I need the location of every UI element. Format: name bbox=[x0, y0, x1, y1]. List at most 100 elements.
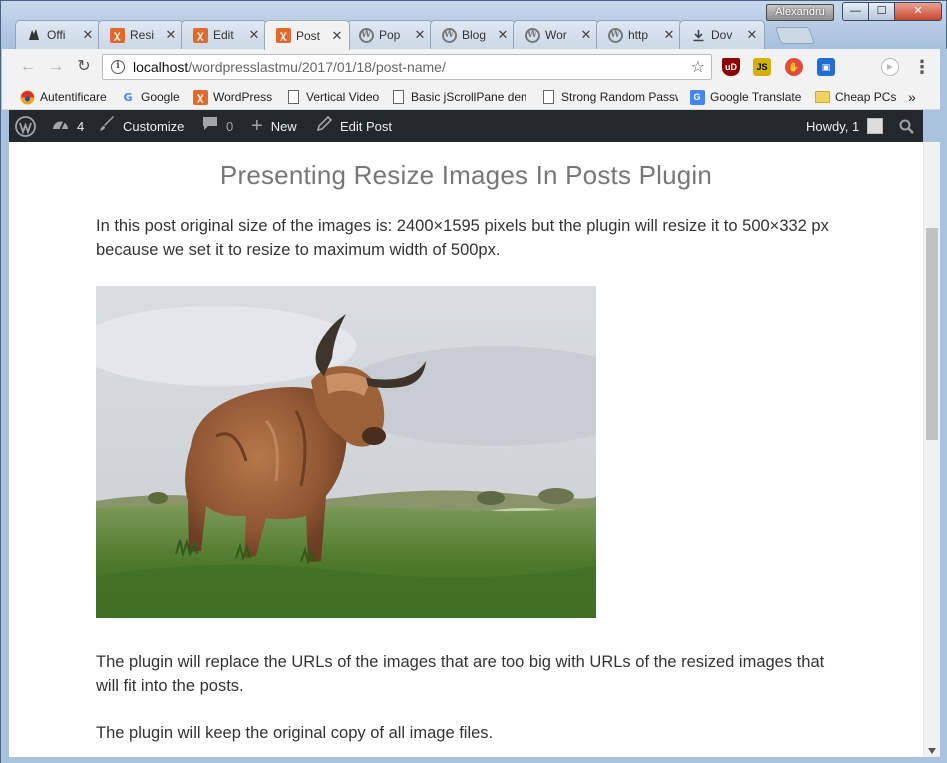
page-icon bbox=[390, 89, 406, 105]
post-title: Presenting Resize Images In Posts Plugin bbox=[219, 160, 713, 190]
updates-menu[interactable]: 4 bbox=[52, 110, 84, 142]
bookmark-random-password[interactable]: Strong Random Passw bbox=[540, 88, 678, 106]
bookmark-label: Google bbox=[141, 90, 180, 104]
tab-pop[interactable]: W Pop ✕ bbox=[347, 20, 433, 49]
adblock-icon[interactable]: ✋ bbox=[785, 58, 803, 76]
close-tab-icon[interactable]: ✕ bbox=[497, 27, 509, 43]
tab-edit[interactable]: ꭓ Edit ✕ bbox=[181, 20, 267, 49]
post-intro-paragraph: In this post original size of the images… bbox=[96, 217, 829, 259]
customize-link[interactable]: Customize bbox=[99, 110, 184, 142]
tab-post[interactable]: ꭓ Post ✕ bbox=[264, 20, 350, 50]
page-scrollbar[interactable] bbox=[923, 142, 940, 757]
minimize-button[interactable]: — bbox=[842, 2, 869, 21]
folder-icon bbox=[814, 89, 830, 105]
close-tab-icon[interactable]: ✕ bbox=[165, 27, 177, 43]
dashboard-gauge-icon bbox=[52, 117, 69, 136]
tab-label: Blog bbox=[462, 28, 487, 42]
updates-count: 4 bbox=[77, 118, 85, 134]
reload-icon[interactable]: ↻ bbox=[74, 57, 94, 77]
comments-count: 0 bbox=[226, 118, 234, 134]
close-tab-icon[interactable]: ✕ bbox=[746, 27, 758, 43]
google-icon: G bbox=[123, 90, 133, 104]
xampp-favicon-icon: ꭓ bbox=[275, 28, 291, 44]
close-tab-icon[interactable]: ✕ bbox=[580, 27, 592, 43]
bookmark-jscrollpane[interactable]: Basic jScrollPane dem bbox=[390, 88, 526, 106]
tab-label: Pop bbox=[379, 28, 401, 42]
tab-blog[interactable]: W Blog ✕ bbox=[430, 20, 516, 49]
site-info-icon[interactable]: i bbox=[111, 60, 125, 74]
address-bar[interactable]: i localhost/wordpresslastmu/2017/01/18/p… bbox=[102, 54, 712, 80]
bookmark-google[interactable]: G Google bbox=[120, 88, 180, 106]
google-translate-icon: G bbox=[689, 89, 705, 105]
new-content-menu[interactable]: + New bbox=[251, 110, 297, 142]
window-frame-right bbox=[940, 49, 947, 763]
bookmark-label: Google Translate bbox=[710, 90, 802, 104]
window-frame-left bbox=[1, 110, 9, 763]
close-tab-icon[interactable]: ✕ bbox=[82, 27, 94, 43]
bookmarks-bar: Autentificare G Google ꭓ WordPress Verti… bbox=[2, 85, 947, 110]
chrome-menu-icon[interactable]: ⋮ bbox=[912, 57, 932, 77]
new-label: New bbox=[270, 118, 297, 134]
plus-icon: + bbox=[251, 114, 263, 137]
screenshot-icon[interactable]: ▣ bbox=[817, 58, 835, 76]
scroll-down-arrow-icon[interactable] bbox=[928, 748, 936, 754]
bookmark-label: WordPress bbox=[213, 90, 273, 104]
bookmark-label: Cheap PCs bbox=[835, 90, 897, 104]
scrollbar-thumb[interactable] bbox=[926, 228, 938, 440]
forward-arrow-icon[interactable]: → bbox=[46, 57, 66, 77]
tab-dov[interactable]: Dov ✕ bbox=[679, 20, 765, 49]
howdy-label: Howdy, 1 bbox=[806, 118, 860, 134]
bookmark-label: Vertical Video bbox=[306, 90, 380, 104]
bookmark-wordpress[interactable]: ꭓ WordPress bbox=[192, 88, 272, 106]
maximize-button[interactable]: ☐ bbox=[868, 2, 895, 21]
my-account-menu[interactable]: Howdy, 1 bbox=[806, 110, 884, 142]
avatar bbox=[867, 118, 884, 134]
browser-toolbar: ← → ↻ i localhost/wordpresslastmu/2017/0… bbox=[2, 49, 947, 85]
admin-search-icon[interactable] bbox=[899, 110, 914, 142]
bookmark-autentificare[interactable]: Autentificare bbox=[19, 88, 107, 106]
comment-bubble-icon bbox=[202, 116, 218, 136]
bookmark-label: Basic jScrollPane dem bbox=[411, 90, 526, 104]
bookmark-google-translate[interactable]: G Google Translate bbox=[689, 88, 801, 106]
wolf-favicon-icon bbox=[26, 27, 42, 43]
bookmark-cheap-pcs[interactable]: Cheap PCs bbox=[814, 88, 896, 106]
tab-wor[interactable]: W Wor ✕ bbox=[513, 20, 599, 49]
tab-label: Edit bbox=[213, 28, 234, 42]
post-paragraph-original-copy: The plugin will keep the original copy o… bbox=[96, 724, 494, 742]
paintbrush-icon bbox=[99, 115, 115, 137]
tab-label: Wor bbox=[545, 28, 567, 42]
close-tab-icon[interactable]: ✕ bbox=[248, 27, 260, 43]
url-host: localhost bbox=[133, 59, 189, 75]
close-tab-icon[interactable]: ✕ bbox=[663, 27, 675, 43]
new-tab-button[interactable] bbox=[774, 27, 816, 44]
ublock-icon[interactable]: uD bbox=[722, 58, 740, 76]
wordpress-logo-icon[interactable] bbox=[15, 110, 36, 142]
edit-post-link[interactable]: Edit Post bbox=[316, 110, 392, 142]
browser-window: Alexandru — ☐ ✕ Offi ✕ ꭓ Resi ✕ ꭓ Edit ✕ bbox=[0, 0, 947, 763]
close-tab-icon[interactable]: ✕ bbox=[331, 28, 343, 44]
tab-label: Resi bbox=[130, 28, 155, 42]
close-tab-icon[interactable]: ✕ bbox=[414, 27, 426, 43]
tab-http[interactable]: W http ✕ bbox=[596, 20, 682, 49]
tab-offi[interactable]: Offi ✕ bbox=[15, 20, 101, 49]
title-bar: Alexandru — ☐ ✕ Offi ✕ ꭓ Resi ✕ ꭓ Edit ✕ bbox=[1, 1, 946, 50]
tab-label: Post bbox=[296, 28, 321, 43]
comments-menu[interactable]: 0 bbox=[202, 110, 233, 142]
url-path: /wordpresslastmu/2017/01/18/post-name/ bbox=[188, 59, 446, 75]
back-arrow-icon[interactable]: ← bbox=[18, 57, 38, 77]
xampp-favicon-icon: ꭓ bbox=[192, 27, 208, 43]
download-favicon-icon bbox=[690, 27, 706, 43]
bookmark-vertical-video[interactable]: Vertical Video bbox=[285, 88, 379, 106]
bookmark-label: Autentificare bbox=[40, 90, 107, 104]
tab-resi[interactable]: ꭓ Resi ✕ bbox=[98, 20, 184, 49]
xampp-icon: ꭓ bbox=[192, 89, 208, 105]
profile-button[interactable]: Alexandru bbox=[766, 4, 834, 21]
bookmarks-overflow-button[interactable]: » bbox=[908, 88, 916, 106]
play-icon[interactable]: ▶ bbox=[881, 58, 899, 76]
post-image-highland-cow[interactable] bbox=[96, 286, 596, 618]
bookmark-star-icon[interactable]: ☆ bbox=[691, 57, 705, 77]
tab-label: Offi bbox=[47, 28, 66, 42]
js-icon[interactable]: JS bbox=[753, 58, 771, 76]
close-window-button[interactable]: ✕ bbox=[894, 2, 942, 21]
page-icon bbox=[540, 89, 556, 105]
